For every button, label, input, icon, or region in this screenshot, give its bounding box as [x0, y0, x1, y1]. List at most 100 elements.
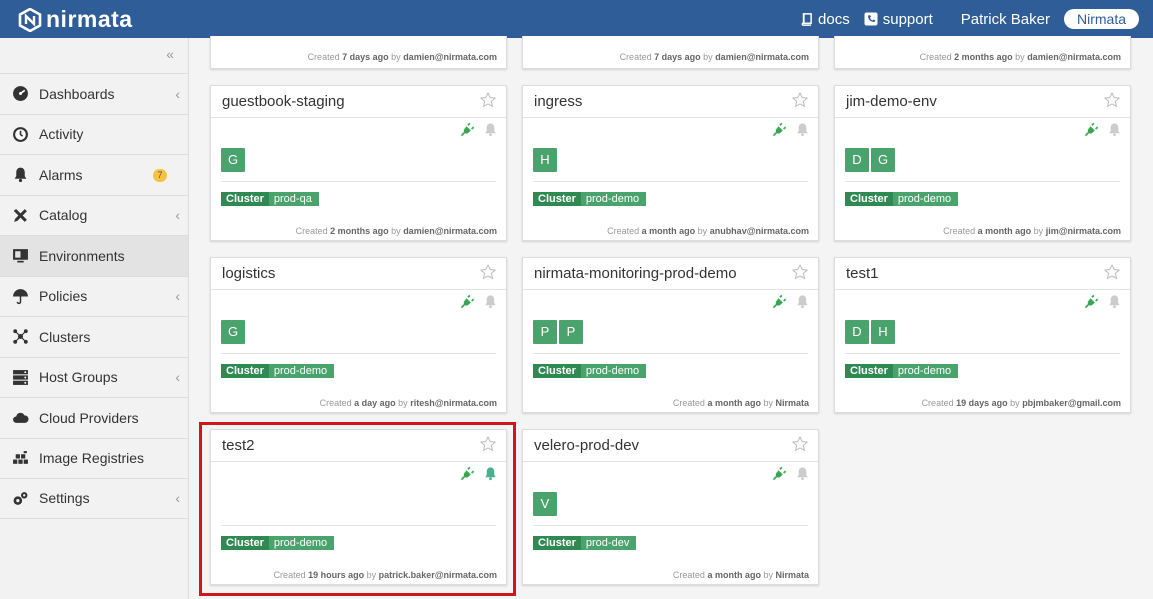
environment-title[interactable]: logistics: [211, 258, 506, 290]
plug-icon[interactable]: [1084, 294, 1099, 314]
collapse-sidebar-icon[interactable]: «: [0, 38, 188, 73]
environment-card[interactable]: guestbook-staging G Cluster prod-qa Created …: [210, 85, 507, 241]
environment-card-partial[interactable]: Created 7 days ago by damien@nirmata.com: [522, 36, 819, 69]
sidebar-item-dashboards[interactable]: Dashboards ‹: [0, 73, 188, 114]
chevron-left-icon[interactable]: ‹: [175, 288, 180, 304]
plug-icon[interactable]: [460, 122, 475, 142]
environment-card[interactable]: ingress H Cluster prod-demo Created a month …: [522, 85, 819, 241]
card-divider: [221, 525, 496, 526]
cluster-tag[interactable]: Cluster prod-demo: [533, 364, 647, 378]
bell-icon[interactable]: [1107, 294, 1122, 314]
host-badge[interactable]: H: [871, 320, 895, 344]
host-badge[interactable]: G: [221, 320, 245, 344]
host-badge[interactable]: P: [559, 320, 583, 344]
environment-title[interactable]: test2: [211, 430, 506, 462]
host-badge[interactable]: V: [533, 492, 557, 516]
created-label: Created: [607, 226, 640, 236]
environment-card-partial[interactable]: Created 2 months ago by damien@nirmata.c…: [834, 36, 1131, 69]
cluster-tag[interactable]: Cluster prod-demo: [845, 364, 959, 378]
org-switcher-button[interactable]: Nirmata: [1063, 9, 1139, 29]
card-status-icons: [460, 294, 498, 314]
monitor-icon: [11, 247, 29, 265]
docs-link[interactable]: docs: [800, 11, 850, 28]
chevron-left-icon[interactable]: ‹: [175, 86, 180, 102]
star-icon[interactable]: [1103, 263, 1121, 280]
environment-card[interactable]: nirmata-monitoring-prod-demo P P Cluster pro…: [522, 257, 819, 413]
star-icon[interactable]: [479, 91, 497, 108]
cluster-tag-key: Cluster: [221, 364, 269, 378]
created-time: 2 months ago: [954, 52, 1013, 62]
created-label: Created: [921, 398, 954, 408]
environment-title[interactable]: velero-prod-dev: [523, 430, 818, 462]
created-by-label: by: [697, 226, 708, 236]
environment-title[interactable]: jim-demo-env: [835, 86, 1130, 118]
chevron-left-icon[interactable]: ‹: [175, 369, 180, 385]
host-badge[interactable]: D: [845, 320, 869, 344]
support-link[interactable]: support: [864, 11, 933, 28]
bell-icon[interactable]: [483, 294, 498, 314]
sidebar-item-environments[interactable]: Environments: [0, 235, 188, 276]
environment-title[interactable]: guestbook-staging: [211, 86, 506, 118]
environment-title[interactable]: ingress: [523, 86, 818, 118]
star-icon[interactable]: [791, 91, 809, 108]
environment-card-partial[interactable]: Created 7 days ago by damien@nirmata.com: [210, 36, 507, 69]
star-icon[interactable]: [791, 263, 809, 280]
host-badge[interactable]: D: [845, 148, 869, 172]
environment-title[interactable]: nirmata-monitoring-prod-demo: [523, 258, 818, 290]
star-icon[interactable]: [479, 263, 497, 280]
cluster-tag[interactable]: Cluster prod-demo: [533, 192, 647, 206]
bell-icon[interactable]: [483, 466, 498, 486]
card-divider: [533, 353, 808, 354]
star-icon[interactable]: [479, 435, 497, 452]
plug-icon[interactable]: [460, 466, 475, 486]
sidebar-item-settings[interactable]: Settings ‹: [0, 478, 188, 519]
bell-icon[interactable]: [795, 466, 810, 486]
cluster-tag[interactable]: Cluster prod-demo: [221, 536, 335, 550]
environment-card[interactable]: test1 D H Cluster prod-demo Created 19 days a…: [834, 257, 1131, 413]
sidebar-item-cloud-providers[interactable]: Cloud Providers: [0, 397, 188, 438]
host-badge[interactable]: H: [533, 148, 557, 172]
card-status-icons: [772, 294, 810, 314]
host-badge[interactable]: G: [871, 148, 895, 172]
chevron-left-icon[interactable]: ‹: [175, 490, 180, 506]
sidebar-item-activity[interactable]: Activity: [0, 113, 188, 155]
host-badge[interactable]: P: [533, 320, 557, 344]
sidebar-item-image-registries[interactable]: Image Registries: [0, 437, 188, 479]
sidebar-item-catalog[interactable]: Catalog ‹: [0, 194, 188, 236]
plug-icon[interactable]: [460, 294, 475, 314]
plug-icon[interactable]: [772, 466, 787, 486]
user-name[interactable]: Patrick Baker: [961, 11, 1050, 28]
plug-icon[interactable]: [772, 122, 787, 142]
bell-icon[interactable]: [1107, 122, 1122, 142]
registry-icon: [11, 449, 29, 467]
star-icon[interactable]: [1103, 91, 1121, 108]
environment-card[interactable]: velero-prod-dev V Cluster prod-dev Created a…: [522, 429, 819, 585]
environment-title[interactable]: test1: [835, 258, 1130, 290]
environment-card[interactable]: jim-demo-env D G Cluster prod-demo Created a …: [834, 85, 1131, 241]
cluster-tag[interactable]: Cluster prod-qa: [221, 192, 319, 206]
environment-card[interactable]: logistics G Cluster prod-demo Created a day …: [210, 257, 507, 413]
environment-card[interactable]: test2 Cluster prod-demo Created 19 hours ag…: [210, 429, 507, 585]
sidebar-item-policies[interactable]: Policies ‹: [0, 275, 188, 317]
bell-icon[interactable]: [795, 122, 810, 142]
cluster-tag[interactable]: Cluster prod-demo: [221, 364, 335, 378]
brand-logo[interactable]: nirmata: [18, 6, 133, 33]
cluster-tag[interactable]: Cluster prod-dev: [533, 536, 637, 550]
chevron-left-icon[interactable]: ‹: [175, 207, 180, 223]
sidebar-item-host-groups[interactable]: Host Groups ‹: [0, 356, 188, 398]
star-icon[interactable]: [791, 435, 809, 452]
plug-icon[interactable]: [1084, 122, 1099, 142]
created-time: 7 days ago: [342, 52, 389, 62]
sidebar-item-alarms[interactable]: Alarms 7: [0, 154, 188, 195]
plug-icon[interactable]: [772, 294, 787, 314]
environments-grid: Created 7 days ago by damien@nirmata.com…: [189, 36, 1153, 599]
bell-icon[interactable]: [483, 122, 498, 142]
card-status-icons: [460, 466, 498, 486]
brand-name: nirmata: [46, 6, 133, 32]
bell-icon[interactable]: [795, 294, 810, 314]
cluster-tag[interactable]: Cluster prod-demo: [845, 192, 959, 206]
sidebar-item-clusters[interactable]: Clusters: [0, 316, 188, 357]
host-badge[interactable]: G: [221, 148, 245, 172]
top-bar: nirmata docs support Patrick Baker Nirma…: [0, 0, 1153, 38]
created-by-user: Nirmata: [775, 570, 809, 580]
